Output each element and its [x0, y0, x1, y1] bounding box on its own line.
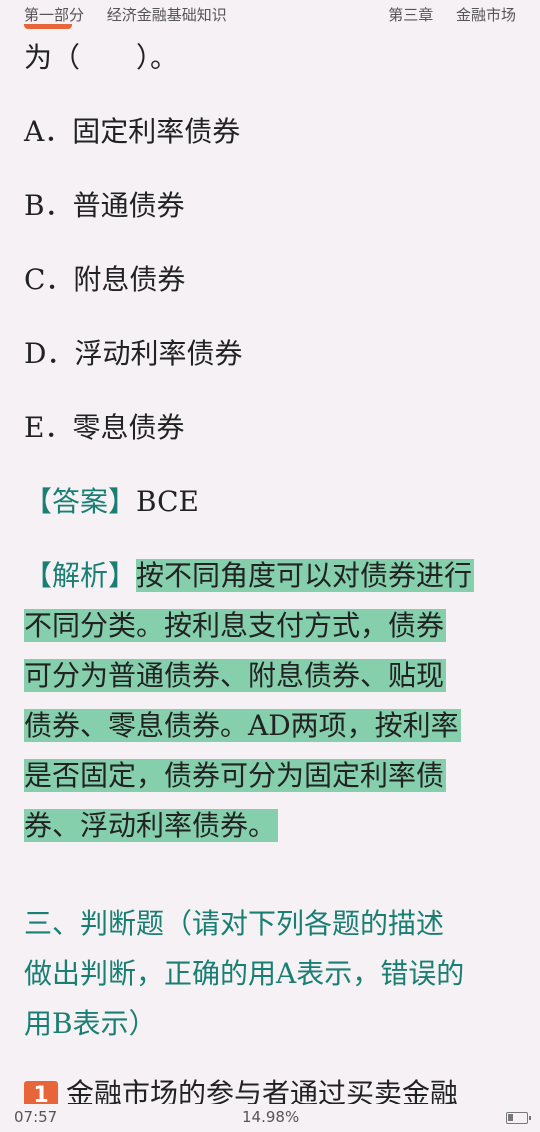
battery-icon	[506, 1112, 531, 1124]
section-heading-line-2: 做出判断，正确的用A表示，错误的	[24, 957, 465, 990]
analysis-text: 不同分类。按利息支付方式，债券	[24, 609, 447, 642]
option-b: B．普通债券	[24, 189, 185, 222]
analysis-text: 按不同角度可以对债券进行	[136, 559, 475, 592]
header-book: 经济金融基础知识	[106, 6, 227, 24]
answer-tag: 【答案】	[24, 485, 137, 518]
analysis-line-1: 【解析】按不同角度可以对债券进行	[24, 556, 475, 596]
battery-level	[508, 1114, 514, 1121]
header-right: 第三章 金融市场	[370, 4, 516, 25]
analysis-text: 可分为普通债券、附息债券、贴现	[24, 659, 447, 692]
analysis-text: 债券、零息债券。AD两项，按利率	[24, 709, 461, 742]
section-heading-line-3: 用B表示）	[24, 1007, 157, 1040]
clock: 07:57	[14, 1108, 58, 1126]
analysis-line-2: 不同分类。按利息支付方式，债券	[24, 606, 447, 646]
header-bar: 第一部分 经济金融基础知识 第三章 金融市场	[0, 0, 540, 29]
analysis-text: 券、浮动利率债券。	[24, 809, 279, 842]
header-chapter: 第三章	[388, 6, 434, 24]
answer-value: BCE	[136, 485, 199, 518]
analysis-text: 是否固定，债券可分为固定利率债	[24, 759, 447, 792]
question-stem-tail: 为（ ）。	[24, 41, 179, 74]
option-e: E．零息债券	[24, 411, 185, 444]
analysis-line-6: 券、浮动利率债券。	[24, 806, 279, 846]
header-chapter-title: 金融市场	[455, 6, 516, 24]
option-d: D．浮动利率债券	[24, 337, 243, 370]
reading-progress: 14.98%	[242, 1108, 300, 1126]
analysis-line-4: 债券、零息债券。AD两项，按利率	[24, 706, 461, 746]
option-c: C．附息债券	[24, 263, 186, 296]
header-left: 第一部分 经济金融基础知识	[24, 4, 245, 25]
analysis-line-3: 可分为普通债券、附息债券、贴现	[24, 656, 447, 696]
current-section-marker	[24, 24, 72, 29]
option-a: A．固定利率债券	[24, 115, 241, 148]
analysis-tag: 【解析】	[24, 559, 137, 592]
status-bar: 07:57 14.98%	[0, 1104, 540, 1132]
header-part[interactable]: 第一部分	[24, 6, 84, 24]
section-heading-line-1: 三、判断题（请对下列各题的描述	[24, 907, 445, 940]
analysis-line-5: 是否固定，债券可分为固定利率债	[24, 756, 447, 796]
answer-line: 【答案】BCE	[24, 482, 199, 522]
